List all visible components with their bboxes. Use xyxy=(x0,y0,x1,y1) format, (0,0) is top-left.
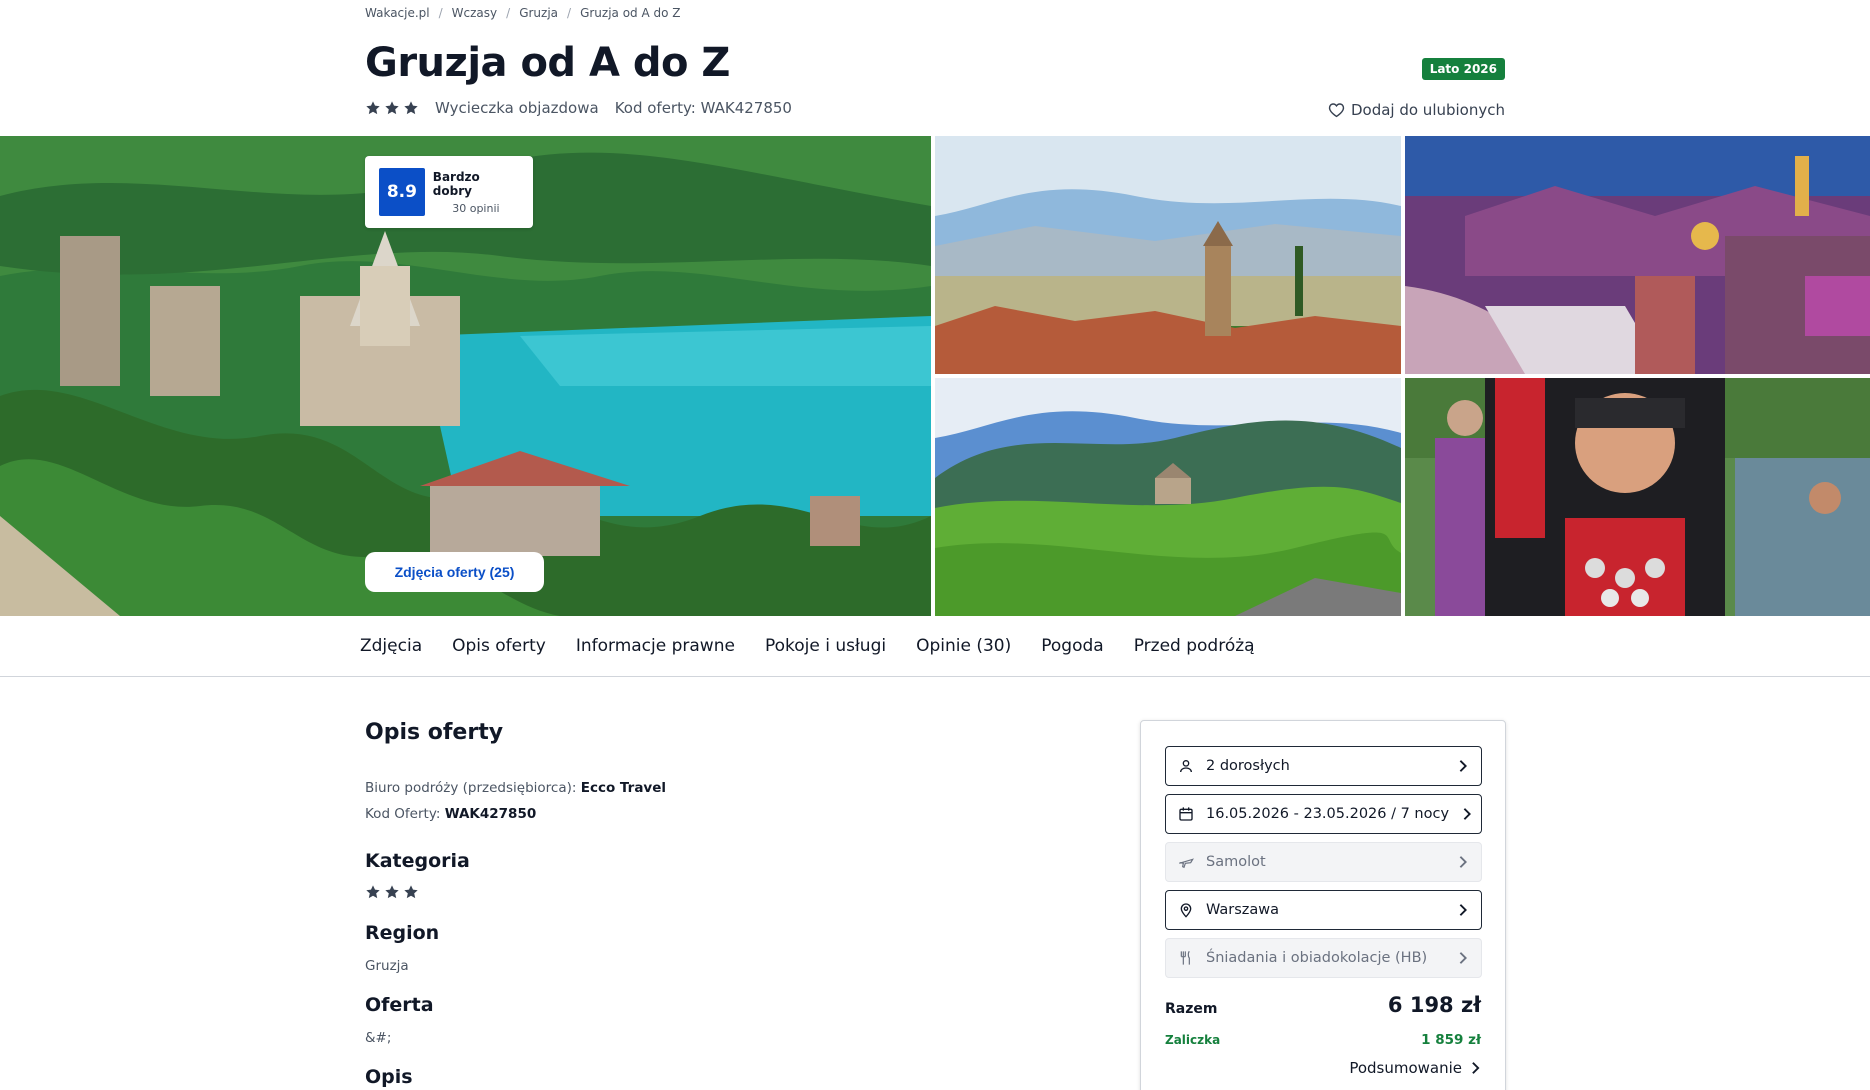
star-icon xyxy=(404,101,418,115)
breadcrumb-item-home[interactable]: Wakacje.pl xyxy=(365,6,430,20)
breadcrumb-separator: / xyxy=(438,6,443,20)
add-to-favorites-button[interactable]: Dodaj do ulubionych xyxy=(1328,101,1505,119)
tab-before-travel[interactable]: Przed podróżą xyxy=(1134,636,1255,656)
breadcrumb: Wakacje.pl / Wczasy / Gruzja / Gruzja od… xyxy=(365,6,681,20)
rating-count: 30 opinii xyxy=(452,201,500,215)
photo-town-valley[interactable] xyxy=(935,136,1401,374)
deposit-price: 1 859 zł xyxy=(1421,1032,1481,1048)
star-icon xyxy=(385,885,399,899)
tab-weather[interactable]: Pogoda xyxy=(1041,636,1103,656)
total-label: Razem xyxy=(1165,1001,1218,1017)
offer-heading: Oferta xyxy=(365,994,434,1016)
transport-select: Samolot xyxy=(1165,842,1482,882)
organizer-label: Biuro podróży (przedsiębiorca): xyxy=(365,780,577,796)
chevron-right-icon xyxy=(1459,856,1467,868)
organizer-value: Ecco Travel xyxy=(580,780,667,796)
offer-meta: Wycieczka objazdowa Kod oferty: WAK42785… xyxy=(365,99,792,117)
photo-girl-traditional-costume[interactable] xyxy=(1405,378,1870,616)
offer-tabs: Zdjęcia Opis oferty Informacje prawne Po… xyxy=(360,616,1255,676)
summary-label: Podsumowanie xyxy=(1349,1059,1462,1077)
tab-description[interactable]: Opis oferty xyxy=(452,636,546,656)
breadcrumb-item-holidays[interactable]: Wczasy xyxy=(452,6,497,20)
category-heading: Kategoria xyxy=(365,850,470,872)
breadcrumb-item-current: Gruzja od A do Z xyxy=(580,6,681,20)
organizer-line: Biuro podróży (przedsiębiorca): Ecco Tra… xyxy=(365,780,666,796)
dates-select[interactable]: 16.05.2026 - 23.05.2026 / 7 nocy xyxy=(1165,794,1482,834)
photo-gallery: 8.9 Bardzo dobry 30 opinii Zdjęcia ofert… xyxy=(0,136,1870,616)
chevron-right-icon xyxy=(1459,904,1467,916)
offer-value: &#; xyxy=(365,1030,392,1046)
code-label: Kod Oferty: xyxy=(365,806,441,822)
trip-type: Wycieczka objazdowa xyxy=(435,99,599,117)
departure-value: Warszawa xyxy=(1206,902,1280,918)
rating-card[interactable]: 8.9 Bardzo dobry 30 opinii xyxy=(365,156,533,228)
page-title: Gruzja od A do Z xyxy=(365,40,730,86)
rating-score: 8.9 xyxy=(379,168,425,216)
board-value: Śniadania i obiadokolacje (HB) xyxy=(1206,950,1428,966)
main-photo-monastery-lake[interactable]: 8.9 Bardzo dobry 30 opinii Zdjęcia ofert… xyxy=(0,136,931,616)
heart-icon xyxy=(1328,103,1345,118)
category-stars xyxy=(365,100,419,116)
summary-link[interactable]: Podsumowanie xyxy=(1349,1059,1481,1077)
photo-old-town-night[interactable] xyxy=(1405,136,1870,374)
tab-rooms-services[interactable]: Pokoje i usługi xyxy=(765,636,886,656)
category-stars-detail xyxy=(365,884,419,900)
tab-photos[interactable]: Zdjęcia xyxy=(360,636,422,656)
chevron-right-icon xyxy=(1472,1062,1480,1074)
chevron-right-icon xyxy=(1463,808,1472,820)
season-badge: Lato 2026 xyxy=(1421,58,1505,80)
calendar-icon xyxy=(1179,807,1193,821)
board-select: Śniadania i obiadokolacje (HB) xyxy=(1165,938,1482,978)
transport-value: Samolot xyxy=(1206,854,1266,870)
breadcrumb-separator: / xyxy=(506,6,511,20)
region-heading: Region xyxy=(365,922,440,944)
location-pin-icon xyxy=(1180,903,1192,918)
travellers-value: 2 dorosłych xyxy=(1206,758,1290,774)
photo-green-hills[interactable] xyxy=(935,378,1401,616)
chevron-right-icon xyxy=(1459,952,1467,964)
booking-panel: 2 dorosłych 16.05.2026 - 23.05.2026 / 7 … xyxy=(1140,720,1506,1090)
rating-label: Bardzo dobry xyxy=(432,169,480,198)
opis-heading: Opis xyxy=(365,1066,413,1088)
breadcrumb-item-country[interactable]: Gruzja xyxy=(519,6,558,20)
offer-code: Kod oferty: WAK427850 xyxy=(614,99,792,117)
cutlery-icon xyxy=(1180,950,1190,965)
tabs-divider xyxy=(0,676,1870,677)
tab-reviews[interactable]: Opinie (30) xyxy=(916,636,1011,656)
code-line: Kod Oferty: WAK427850 xyxy=(365,806,536,822)
departure-select[interactable]: Warszawa xyxy=(1165,890,1482,930)
star-icon xyxy=(366,101,380,115)
star-icon xyxy=(404,885,418,899)
deposit-label: Zaliczka xyxy=(1165,1033,1221,1047)
travellers-select[interactable]: 2 dorosłych xyxy=(1165,746,1482,786)
code-value: WAK427850 xyxy=(444,806,537,822)
tab-legal-info[interactable]: Informacje prawne xyxy=(576,636,735,656)
total-price: 6 198 zł xyxy=(1387,993,1481,1017)
favorites-label: Dodaj do ulubionych xyxy=(1350,101,1505,119)
star-icon xyxy=(385,101,399,115)
plane-icon xyxy=(1179,858,1194,869)
photos-button[interactable]: Zdjęcia oferty (25) xyxy=(365,552,544,592)
star-icon xyxy=(366,885,380,899)
person-icon xyxy=(1180,760,1192,773)
chevron-right-icon xyxy=(1459,760,1467,772)
breadcrumb-separator: / xyxy=(567,6,572,20)
region-value: Gruzja xyxy=(365,958,409,974)
description-heading: Opis oferty xyxy=(365,720,504,745)
rating-text: Bardzo dobry 30 opinii xyxy=(433,170,519,215)
dates-value: 16.05.2026 - 23.05.2026 / 7 nocy xyxy=(1206,806,1450,822)
